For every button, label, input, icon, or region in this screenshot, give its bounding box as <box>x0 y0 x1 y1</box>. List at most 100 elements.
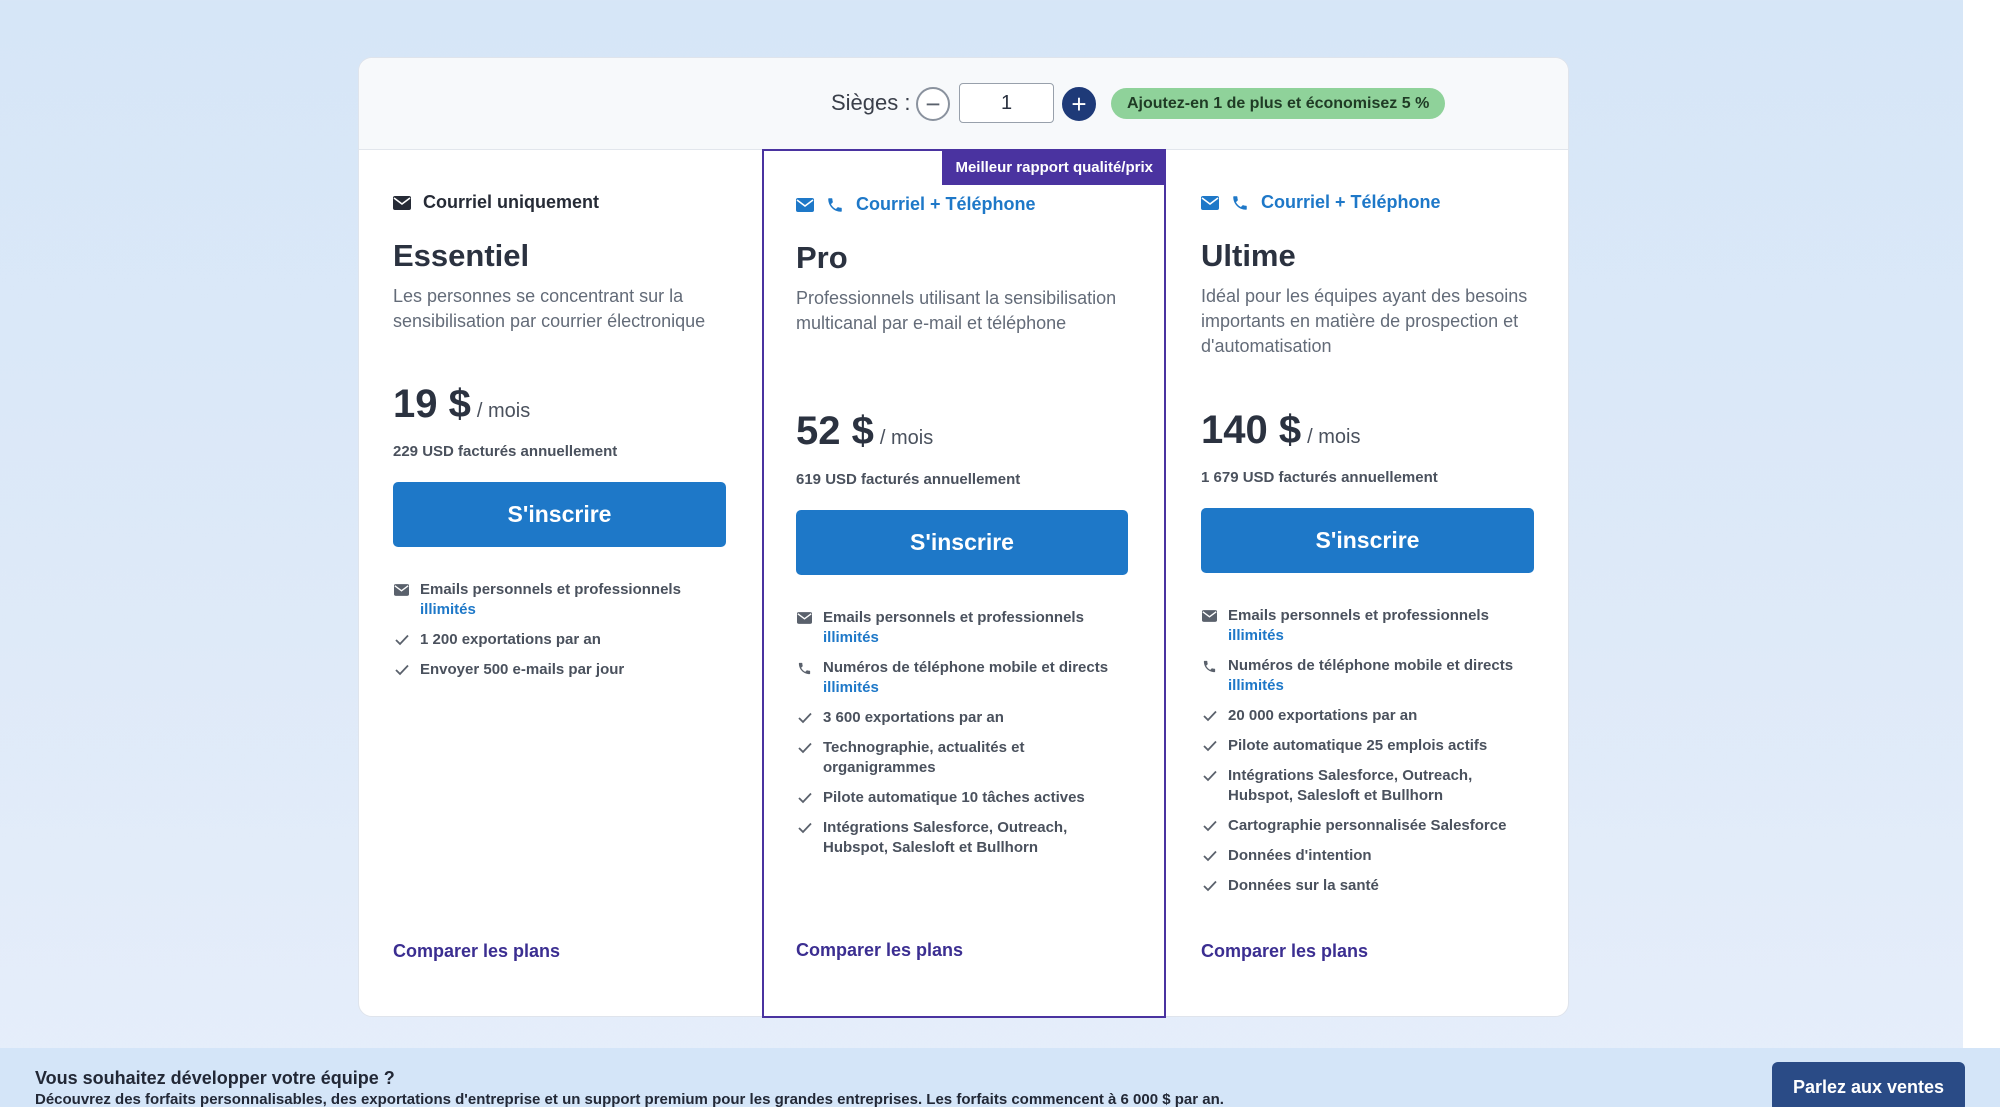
feature-item: Intégrations Salesforce, Outreach, Hubsp… <box>796 818 1136 858</box>
feature-text: Emails personnels et professionnels illim… <box>823 608 1084 648</box>
feature-text: Numéros de téléphone mobile et directs il… <box>1228 656 1513 696</box>
feature-highlight: illimités <box>1228 677 1284 694</box>
feature-label: Emails personnels et professionnels <box>823 609 1084 626</box>
plan-description: Les personnes se concentrant sur la sens… <box>393 286 706 331</box>
plan-name: Pro <box>796 240 848 275</box>
phone-icon <box>1201 656 1218 676</box>
increase-seats-button[interactable]: + <box>1062 87 1096 121</box>
feature-text: Emails personnels et professionnels illim… <box>1228 606 1489 646</box>
feature-label: Données d'intention <box>1228 847 1372 864</box>
feature-text: Technographie, actualités et organigramm… <box>823 738 1136 778</box>
feature-item: Emails personnels et professionnels illim… <box>796 608 1136 648</box>
check-icon <box>1201 876 1218 896</box>
check-icon <box>393 660 410 680</box>
check-icon <box>1201 706 1218 726</box>
price-period: / mois <box>1307 426 1361 448</box>
phone-icon <box>1231 194 1249 212</box>
feature-highlight: illimités <box>1228 627 1284 644</box>
phone-icon <box>826 196 844 214</box>
decrease-seats-button[interactable]: − <box>916 87 950 121</box>
check-icon <box>1201 736 1218 756</box>
feature-text: Numéros de téléphone mobile et directs il… <box>823 658 1108 698</box>
billed-annually: 619 USD facturés annuellement <box>796 471 1021 488</box>
seats-label: Sièges : <box>831 90 911 115</box>
feature-label: Emails personnels et professionnels <box>420 581 681 598</box>
plan-channel-label: Courriel + Téléphone <box>856 194 1036 214</box>
talk-to-sales-button[interactable]: Parlez aux ventes <box>1772 1062 1965 1107</box>
feature-item: Numéros de téléphone mobile et directs il… <box>1201 656 1541 696</box>
plan-name: Essentiel <box>393 238 530 273</box>
price-amount: 140 $ <box>1201 408 1302 452</box>
billed-annually: 1 679 USD facturés annuellement <box>1201 469 1438 486</box>
feature-label: Numéros de téléphone mobile et directs <box>823 659 1109 676</box>
feature-text: 20 000 exportations par an <box>1228 706 1417 726</box>
billed-annually: 229 USD facturés annuellement <box>393 443 618 460</box>
check-icon <box>796 818 813 838</box>
feature-highlight: illimités <box>420 601 476 618</box>
feature-label: 3 600 exportations par an <box>823 709 1004 726</box>
right-edge-strip <box>1963 0 2000 1107</box>
seat-selector-bar: Sièges : − + Ajoutez-en 1 de plus et éco… <box>359 58 1568 150</box>
feature-item: Intégrations Salesforce, Outreach, Hubsp… <box>1201 766 1541 806</box>
feature-text: Emails personnels et professionnels illim… <box>420 580 681 620</box>
feature-list: Emails personnels et professionnels illim… <box>393 580 733 690</box>
feature-highlight: illimités <box>823 679 879 696</box>
check-icon <box>1201 816 1218 836</box>
feature-text: Pilote automatique 25 emplois actifs <box>1228 736 1487 756</box>
signup-button[interactable]: S'inscrire <box>1201 508 1534 573</box>
feature-label: Pilote automatique 10 tâches actives <box>823 789 1085 806</box>
mail-icon <box>393 194 411 212</box>
feature-item: 1 200 exportations par an <box>393 630 733 650</box>
feature-item: Pilote automatique 10 tâches actives <box>796 788 1136 808</box>
signup-button[interactable]: S'inscrire <box>796 510 1128 575</box>
check-icon <box>796 788 813 808</box>
feature-text: Cartographie personnalisée Salesforce <box>1228 816 1506 836</box>
mail-icon <box>796 196 814 214</box>
check-icon <box>393 630 410 650</box>
feature-item: Numéros de téléphone mobile et directs il… <box>796 658 1136 698</box>
feature-text: Envoyer 500 e-mails par jour <box>420 660 624 680</box>
signup-button[interactable]: S'inscrire <box>393 482 726 547</box>
feature-item: Emails personnels et professionnels illim… <box>393 580 733 620</box>
feature-item: 20 000 exportations par an <box>1201 706 1541 726</box>
price-period: / mois <box>879 427 934 449</box>
feature-item: Cartographie personnalisée Salesforce <box>1201 816 1541 836</box>
check-icon <box>1201 766 1218 786</box>
plan-name: Ultime <box>1201 238 1296 273</box>
feature-text: Données d'intention <box>1228 846 1372 866</box>
price-amount: 19 $ <box>393 382 471 426</box>
feature-label: Données sur la santé <box>1228 877 1379 894</box>
savings-badge: Ajoutez-en 1 de plus et économisez 5 % <box>1111 88 1446 119</box>
feature-item: Technographie, actualités et organigramm… <box>796 738 1136 778</box>
plan-description: Idéal pour les équipes ayant des besoins… <box>1201 286 1528 356</box>
compare-plans-link[interactable]: Comparer les plans <box>393 941 560 962</box>
mail-icon <box>393 580 410 600</box>
mail-icon <box>1201 194 1219 212</box>
feature-label: Numéros de téléphone mobile et directs <box>1228 657 1514 674</box>
feature-label: Intégrations Salesforce, Outreach, Hubsp… <box>823 819 1068 856</box>
feature-item: Données d'intention <box>1201 846 1541 866</box>
compare-plans-link[interactable]: Comparer les plans <box>1201 941 1368 962</box>
feature-label: Emails personnels et professionnels <box>1228 607 1489 624</box>
pricing-card: Sièges : − + Ajoutez-en 1 de plus et éco… <box>358 57 1569 1018</box>
feature-text: Données sur la santé <box>1228 876 1379 896</box>
plan-pro: Meilleur rapport qualité/prix Courriel +… <box>762 149 1166 1018</box>
feature-text: 3 600 exportations par an <box>823 708 1004 728</box>
best-value-badge: Meilleur rapport qualité/prix <box>942 149 1166 185</box>
feature-label: 1 200 exportations par an <box>420 631 601 648</box>
mail-icon <box>796 608 813 628</box>
feature-item: Emails personnels et professionnels illim… <box>1201 606 1541 646</box>
seats-input[interactable] <box>959 83 1054 123</box>
feature-list: Emails personnels et professionnels illim… <box>1201 606 1541 906</box>
feature-text: 1 200 exportations par an <box>420 630 601 650</box>
enterprise-banner: Vous souhaitez développer votre équipe ?… <box>0 1048 2000 1107</box>
compare-plans-link[interactable]: Comparer les plans <box>796 940 963 961</box>
plan-channel: Courriel uniquement <box>393 192 599 213</box>
feature-label: Cartographie personnalisée Salesforce <box>1228 817 1507 834</box>
banner-text: Découvrez des forfaits personnalisables,… <box>35 1091 1224 1107</box>
feature-item: 3 600 exportations par an <box>796 708 1136 728</box>
feature-list: Emails personnels et professionnels illim… <box>796 608 1136 868</box>
feature-highlight: illimités <box>823 629 879 646</box>
price-period: / mois <box>476 400 531 422</box>
feature-item: Envoyer 500 e-mails par jour <box>393 660 733 680</box>
